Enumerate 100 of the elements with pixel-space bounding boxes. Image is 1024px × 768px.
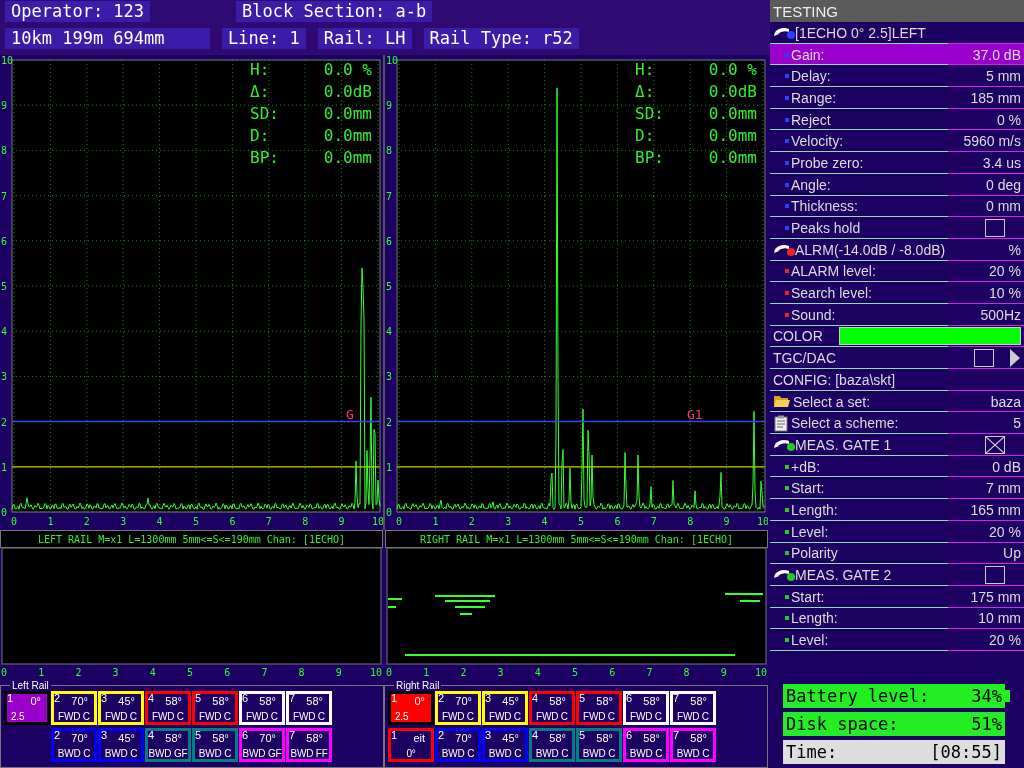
channel-button[interactable]: 3 45° FWD C <box>482 691 528 725</box>
x-tick-label: 7 <box>650 516 657 527</box>
channel-button[interactable]: 1 eit 0° <box>388 728 434 762</box>
checkbox[interactable] <box>985 219 1005 238</box>
x-tick-label: 2 <box>460 667 467 678</box>
rail-label: Rail: LH <box>317 28 412 49</box>
channel-button[interactable]: 4 58° BWD GF <box>145 728 191 762</box>
settings-row[interactable]: TGC/DAC <box>770 347 1024 369</box>
reading-label: D: <box>250 126 270 145</box>
channel-button[interactable]: 1 0° 2.5 <box>4 691 50 725</box>
y-tick-label: 2 <box>1 416 8 428</box>
channel-button[interactable]: 2 70° BWD C <box>435 728 481 762</box>
status-label: Disk space: <box>786 714 899 734</box>
status-value: [08:55] <box>930 742 1002 762</box>
rail-title: Right Rail <box>395 680 441 691</box>
gate-label: G1 <box>687 406 703 422</box>
y-tick-label: 10 <box>1 55 14 66</box>
x-tick-label: 6 <box>614 516 621 527</box>
y-tick-label: 5 <box>386 281 393 292</box>
x-tick-label: 7 <box>265 516 272 527</box>
channel-button[interactable]: 2 70° FWD C <box>435 691 481 725</box>
channel-button[interactable]: 2 70° BWD C <box>51 728 97 762</box>
y-tick-label: 8 <box>1 145 8 157</box>
clipboard-icon <box>773 414 789 432</box>
x-tick-label: 7 <box>646 667 653 678</box>
settings-row[interactable]: Gain: 37.0 dB <box>770 43 1024 66</box>
channel-button[interactable]: 7 58° FWD C <box>286 691 332 725</box>
channel-button[interactable]: 7 58° FWD C <box>670 691 716 725</box>
color-swatch[interactable] <box>839 327 1021 346</box>
x-tick-label: 8 <box>302 516 309 527</box>
channel-button[interactable]: 5 58° BWD C <box>192 728 238 762</box>
channel-button[interactable]: 6 58° FWD C <box>623 691 669 725</box>
settings-row[interactable]: Select a scheme: 5 <box>770 412 1024 435</box>
y-tick-label: 1 <box>1 461 8 473</box>
rail-title: Left Rail <box>11 680 50 691</box>
reading-value: 0.0mm <box>323 126 372 145</box>
channel-button[interactable]: 5 58° FWD C <box>192 691 238 725</box>
x-tick-label: 8 <box>683 667 690 678</box>
channel-button[interactable]: 6 70° BWD GF <box>239 728 285 762</box>
x-tick-label: 4 <box>149 667 156 678</box>
channel-button[interactable]: 5 58° BWD C <box>576 728 622 762</box>
reading-label: H: <box>250 60 270 79</box>
channel-button[interactable]: 7 58° BWD C <box>670 728 716 762</box>
channel-button[interactable]: 4 58° BWD C <box>529 728 575 762</box>
y-tick-label: 0 <box>1 507 8 518</box>
x-tick-label: 10 <box>757 516 768 527</box>
x-tick-label: 4 <box>156 516 163 527</box>
x-tick-label: 8 <box>298 667 305 678</box>
panel-title: TESTING <box>770 0 1024 22</box>
x-tick-label: 9 <box>338 516 345 527</box>
reading-label: SD: <box>250 104 279 123</box>
reading-value: 0.0dB <box>708 82 757 101</box>
x-tick-label: 0 <box>11 516 17 527</box>
channel-button[interactable]: 5 58° FWD C <box>576 691 622 725</box>
x-tick-label: 1 <box>423 667 430 678</box>
y-tick-label: 2 <box>386 416 393 428</box>
x-tick-label: 5 <box>572 667 578 678</box>
play-icon[interactable] <box>1010 349 1020 368</box>
reading-label: H: <box>635 60 655 79</box>
b-scan-caption: RIGHT RAIL M=x1 L=1300mm 5mm<=S<=190mm Chan: [1ECHO] <box>385 530 768 548</box>
settings-row[interactable]: MEAS. GATE 1 <box>770 434 1024 456</box>
settings-row[interactable]: COLOR <box>770 325 1024 348</box>
x-tick-label: 10 <box>372 516 383 527</box>
x-tick-label: 0 <box>1 667 7 678</box>
channel-button[interactable]: 3 45° FWD C <box>98 691 144 725</box>
channel-button[interactable]: 2 70° FWD C <box>51 691 97 725</box>
x-tick-label: 0 <box>386 667 392 678</box>
settings-row[interactable]: MEAS. GATE 2 <box>770 564 1024 586</box>
y-tick-label: 3 <box>1 371 8 383</box>
x-tick-label: 4 <box>541 516 548 527</box>
checkbox[interactable] <box>985 566 1005 585</box>
channel-button[interactable]: 6 58° BWD C <box>623 728 669 762</box>
y-tick-label: 10 <box>386 55 399 66</box>
y-tick-label: 7 <box>386 190 393 202</box>
settings-row[interactable]: Peaks hold <box>770 217 1024 239</box>
x-tick-label: 3 <box>120 516 127 527</box>
x-tick-label: 10 <box>755 667 767 678</box>
checkbox[interactable] <box>985 435 1005 454</box>
checkbox[interactable] <box>974 349 994 368</box>
channel-button[interactable]: 3 45° BWD C <box>98 728 144 762</box>
channel-button[interactable]: 4 58° FWD C <box>145 691 191 725</box>
position-label: 10km 199m 694mm <box>5 28 210 49</box>
x-tick-label: 1 <box>38 667 45 678</box>
channel-button[interactable]: 1 0° 2.5 <box>388 691 434 725</box>
channel-button[interactable]: 4 58° FWD C <box>529 691 575 725</box>
x-tick-label: 7 <box>261 667 268 678</box>
x-tick-label: 2 <box>75 667 82 678</box>
reading-value: 0.0dB <box>323 82 372 101</box>
reading-value: 0.0 % <box>323 60 372 79</box>
y-tick-label: 4 <box>386 326 393 338</box>
x-tick-label: 3 <box>112 667 119 678</box>
reading-value: 0.0mm <box>708 104 757 123</box>
channel-button[interactable]: 3 45° BWD C <box>482 728 528 762</box>
x-tick-label: 3 <box>497 667 504 678</box>
y-tick-label: 4 <box>1 326 8 338</box>
x-tick-label: 5 <box>187 667 193 678</box>
y-tick-label: 9 <box>386 100 393 112</box>
b-scan-caption: LEFT RAIL M=x1 L=1300mm 5mm<=S<=190mm Chan: [1ECHO] <box>0 530 383 548</box>
channel-button[interactable]: 7 58° BWD FF <box>286 728 332 762</box>
channel-button[interactable]: 6 58° FWD C <box>239 691 285 725</box>
